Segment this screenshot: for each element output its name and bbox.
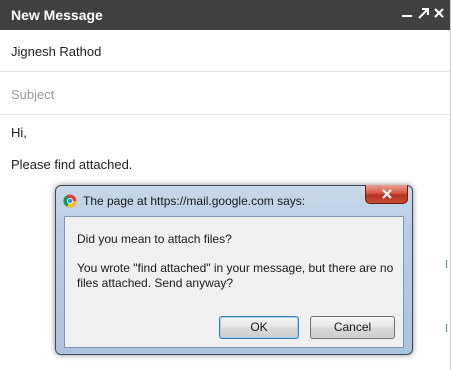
chrome-icon: [63, 194, 77, 208]
subject-placeholder[interactable]: Subject: [11, 87, 54, 103]
to-field[interactable]: Jignesh Rathod: [0, 30, 450, 72]
dialog-question: Did you mean to attach files?: [77, 232, 232, 246]
dialog-message: You wrote "find attached" in your messag…: [77, 261, 394, 290]
dialog-content: Did you mean to attach files? You wrote …: [64, 216, 404, 348]
ok-button[interactable]: OK: [219, 316, 299, 339]
dialog-title: The page at https://mail.google.com says…: [83, 194, 306, 208]
edge-mark: [444, 322, 449, 334]
compose-title: New Message: [11, 7, 103, 23]
compose-header: New Message: [0, 0, 450, 30]
popout-icon[interactable]: [416, 5, 430, 21]
cancel-button[interactable]: Cancel: [310, 316, 395, 339]
body-line: Please find attached.: [11, 157, 133, 172]
confirm-dialog: The page at https://mail.google.com says…: [55, 185, 413, 355]
close-icon[interactable]: [432, 5, 446, 21]
close-icon: [382, 189, 392, 199]
dialog-titlebar[interactable]: The page at https://mail.google.com says…: [56, 185, 412, 216]
to-recipient[interactable]: Jignesh Rathod: [11, 44, 101, 60]
edge-mark: [444, 258, 449, 270]
dialog-close-button[interactable]: [365, 185, 408, 204]
body-line: Hi,: [11, 125, 27, 140]
minimize-icon[interactable]: [400, 5, 414, 21]
subject-field[interactable]: Subject: [0, 72, 450, 115]
